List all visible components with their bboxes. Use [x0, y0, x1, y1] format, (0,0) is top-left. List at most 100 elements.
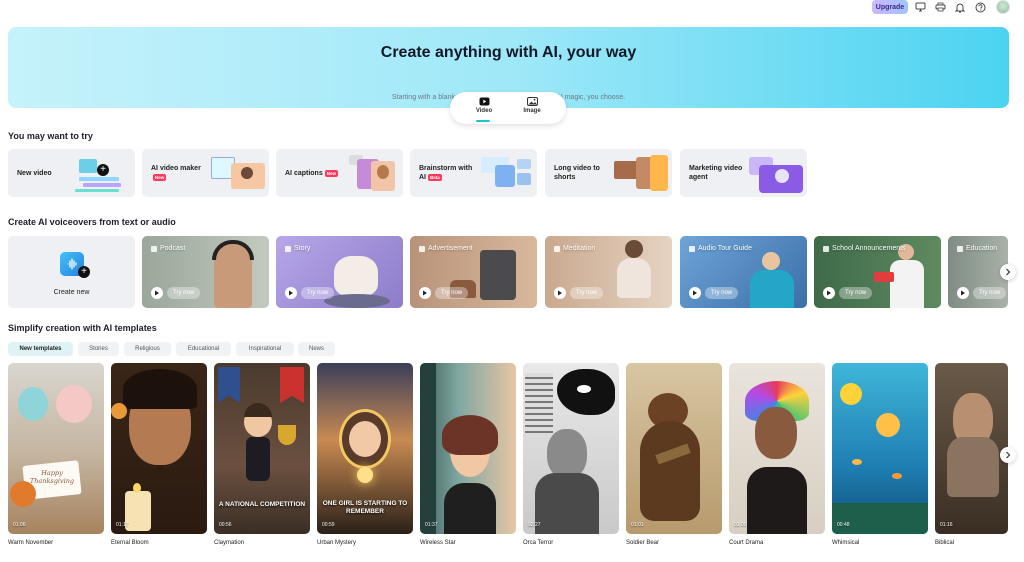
- try-now-button[interactable]: Try now: [705, 287, 739, 299]
- template-duration: 01:17: [116, 522, 129, 528]
- template-name: Claymation: [214, 540, 245, 546]
- voiceover-card-label: Advertisement: [419, 245, 473, 252]
- try-card-label: Long video to shorts: [554, 165, 600, 181]
- try-card-ai-captions[interactable]: AI captions New: [276, 149, 403, 197]
- template-name: Whimsical: [832, 540, 860, 546]
- monitor-icon[interactable]: [914, 1, 926, 13]
- try-now-button[interactable]: Try now: [570, 287, 604, 299]
- try-card-long-video-to-shorts[interactable]: Long video to shorts: [545, 149, 672, 197]
- play-icon[interactable]: [554, 287, 566, 299]
- ai-video-maker-illustration: [209, 155, 265, 193]
- template-name: Urban Mystery: [317, 540, 357, 546]
- play-icon[interactable]: [285, 287, 297, 299]
- beta-badge: Beta: [428, 173, 442, 181]
- try-card-brainstorm[interactable]: Brainstorm with AI Beta: [410, 149, 537, 197]
- create-new-voiceover[interactable]: + Create new: [8, 236, 135, 308]
- ai-captions-illustration: [343, 155, 399, 193]
- template-name: Orca Terror: [523, 540, 554, 546]
- voiceover-section-title: Create AI voiceovers from text or audio: [8, 217, 176, 227]
- tab-educational[interactable]: Educational: [176, 342, 231, 356]
- try-now-button[interactable]: Try now: [435, 287, 469, 299]
- try-card-marketing-video-agent[interactable]: Marketing video agent: [680, 149, 807, 197]
- media-type-switcher: Video Image: [450, 92, 566, 124]
- bell-icon[interactable]: [954, 1, 966, 13]
- plus-icon: +: [78, 266, 90, 278]
- try-card-label: Marketing video agent: [689, 165, 743, 181]
- play-icon: [479, 97, 489, 106]
- avatar[interactable]: [996, 0, 1010, 14]
- create-new-label: Create new: [53, 289, 90, 296]
- voiceover-card-label: Meditation: [554, 245, 595, 252]
- try-card-label: AI captions New: [285, 169, 338, 177]
- play-icon[interactable]: [957, 287, 969, 299]
- play-icon[interactable]: [151, 287, 163, 299]
- voiceover-card-advertisement[interactable]: Advertisement Try now: [410, 236, 537, 308]
- template-card-soldier-bear[interactable]: 01:01: [626, 363, 722, 534]
- brainstorm-illustration: [477, 155, 533, 193]
- tab-religious[interactable]: Religious: [124, 342, 171, 356]
- plus-icon: +: [97, 164, 109, 176]
- template-card-orca-terror[interactable]: 02:27: [523, 363, 619, 534]
- templates-next-button[interactable]: [1000, 447, 1016, 463]
- new-video-illustration: +: [75, 155, 131, 193]
- template-name: Court Drama: [729, 540, 764, 546]
- try-card-label: AI video makerNew: [151, 165, 201, 181]
- voiceover-card-label: Story: [285, 245, 310, 252]
- try-card-label: Brainstorm with AI Beta: [419, 165, 473, 181]
- voiceover-card-story[interactable]: Story Try now: [276, 236, 403, 308]
- template-card-wireless-star[interactable]: 01:37: [420, 363, 516, 534]
- voiceover-card-education[interactable]: Education Try now: [948, 236, 1008, 308]
- tab-video[interactable]: Video: [464, 97, 504, 114]
- play-icon[interactable]: [689, 287, 701, 299]
- template-card-urban-mystery[interactable]: ONE GIRL IS STARTING TO REMEMBER 00:59: [317, 363, 413, 534]
- template-card-eternal-bloom[interactable]: 01:17: [111, 363, 207, 534]
- top-bar: Upgrade: [0, 0, 1024, 16]
- try-section-title: You may want to try: [8, 131, 93, 141]
- template-duration: 01:01: [631, 522, 644, 528]
- template-duration: 00:56: [219, 522, 232, 528]
- template-name: Biblical: [935, 540, 955, 546]
- play-icon[interactable]: [419, 287, 431, 299]
- voiceover-next-button[interactable]: [1000, 264, 1016, 280]
- voiceover-card-label: Podcast: [151, 245, 185, 252]
- print-icon[interactable]: [934, 1, 946, 13]
- hero-title: Create anything with AI, your way: [380, 44, 637, 61]
- tab-image[interactable]: Image: [512, 97, 552, 114]
- try-card-label: New video: [17, 170, 52, 177]
- tab-stories[interactable]: Stories: [78, 342, 119, 356]
- template-card-whimsical[interactable]: 00:48: [832, 363, 928, 534]
- voiceover-card-label: Education: [957, 245, 997, 252]
- template-card-warm-november[interactable]: Happy Thanksgiving 01:06: [8, 363, 104, 534]
- voiceover-card-meditation[interactable]: Meditation Try now: [545, 236, 672, 308]
- tab-image-label: Image: [523, 108, 541, 114]
- template-name: Eternal Bloom: [111, 540, 149, 546]
- template-overlay-text: ONE GIRL IS STARTING TO REMEMBER: [322, 500, 408, 515]
- help-icon[interactable]: [974, 1, 986, 13]
- voiceover-card-label: School Announcements: [823, 245, 906, 252]
- template-duration: 01:37: [425, 522, 438, 528]
- play-icon[interactable]: [823, 287, 835, 299]
- try-card-ai-video-maker[interactable]: AI video makerNew: [142, 149, 269, 197]
- template-card-biblical[interactable]: 01:16: [935, 363, 1008, 534]
- try-now-button[interactable]: Try now: [167, 287, 201, 299]
- template-card-court-drama[interactable]: 01:00: [729, 363, 825, 534]
- try-now-button[interactable]: Try now: [301, 287, 335, 299]
- tab-new-templates[interactable]: New templates: [8, 342, 73, 356]
- template-card-claymation[interactable]: A NATIONAL COMPETITION 00:56: [214, 363, 310, 534]
- voiceover-card-school-announcements[interactable]: School Announcements Try now: [814, 236, 941, 308]
- template-overlay-text: Happy Thanksgiving: [29, 469, 75, 485]
- voiceover-card-label: Audio Tour Guide: [689, 245, 752, 252]
- try-now-button[interactable]: Try now: [973, 287, 1007, 299]
- upgrade-button[interactable]: Upgrade: [872, 0, 908, 14]
- template-duration: 01:00: [734, 522, 747, 528]
- try-card-new-video[interactable]: New video +: [8, 149, 135, 197]
- try-now-button[interactable]: Try now: [839, 287, 873, 299]
- tab-inspirational[interactable]: Inspirational: [236, 342, 294, 356]
- voiceover-card-podcast[interactable]: Podcast Try now: [142, 236, 269, 308]
- template-duration: 00:48: [837, 522, 850, 528]
- voiceover-card-audio-tour-guide[interactable]: Audio Tour Guide Try now: [680, 236, 807, 308]
- active-tab-indicator: [476, 120, 490, 122]
- tab-video-label: Video: [475, 108, 493, 114]
- templates-section-title: Simplify creation with AI templates: [8, 323, 157, 333]
- tab-news[interactable]: News: [298, 342, 335, 356]
